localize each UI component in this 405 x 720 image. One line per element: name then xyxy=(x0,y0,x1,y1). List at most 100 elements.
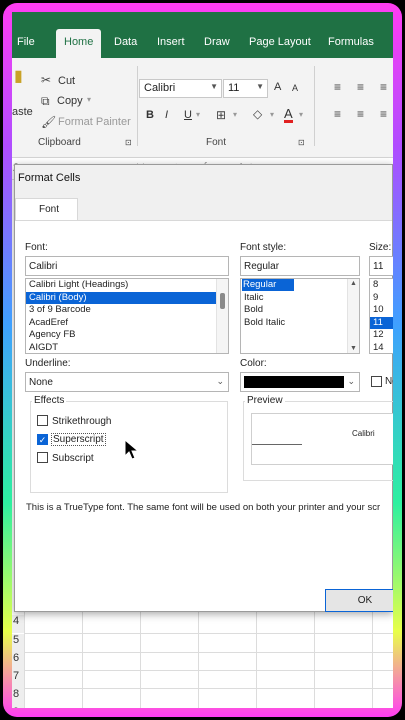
preview-box: Calibri xyxy=(251,413,393,465)
scissors-icon[interactable]: ✂ xyxy=(41,73,51,87)
row-header[interactable]: 7 xyxy=(12,670,24,688)
tab-draw[interactable]: Draw xyxy=(204,36,230,48)
scroll-down-icon[interactable]: ▼ xyxy=(350,345,357,352)
font-style-scrollbar[interactable]: ▲ ▼ xyxy=(347,279,359,353)
row-header[interactable]: 8 xyxy=(12,688,24,706)
normal-font-checkbox[interactable] xyxy=(371,376,382,387)
font-list-scrollbar[interactable] xyxy=(216,279,228,353)
copy-icon[interactable]: ⧉ xyxy=(41,94,50,109)
row-header[interactable]: 5 xyxy=(12,634,24,652)
grid-column-line xyxy=(372,605,373,708)
tab-font[interactable]: Font xyxy=(15,198,78,220)
tab-data[interactable]: Data xyxy=(114,36,137,48)
borders-icon[interactable]: ⊞ xyxy=(216,108,226,122)
align-center-icon[interactable]: ≡ xyxy=(357,107,364,121)
list-item[interactable]: 10 xyxy=(370,304,393,317)
align-right-icon[interactable]: ≡ xyxy=(380,107,387,121)
grid-column-line xyxy=(198,605,199,708)
worksheet-grid[interactable]: 4 5 6 7 8 9 xyxy=(12,605,393,708)
list-item[interactable]: 9 xyxy=(370,292,393,305)
font-color-icon[interactable]: A xyxy=(284,107,293,123)
italic-button[interactable]: I xyxy=(165,109,168,121)
color-dropdown[interactable]: ⌄ xyxy=(240,372,360,392)
list-item-selected[interactable]: Regular xyxy=(241,279,359,292)
align-middle-icon[interactable]: ≡ xyxy=(357,80,364,94)
list-item-selected[interactable]: Calibri (Body) xyxy=(26,291,228,304)
group-divider xyxy=(314,66,315,146)
truetype-info: This is a TrueType font. The same font w… xyxy=(26,502,381,513)
list-item[interactable]: 3 of 9 Barcode xyxy=(26,304,228,317)
shrink-font-button[interactable]: A xyxy=(292,83,298,93)
font-name-input[interactable]: Calibri xyxy=(25,256,229,276)
superscript-label[interactable]: Superscript xyxy=(51,433,106,446)
row-header[interactable]: 6 xyxy=(12,652,24,670)
ok-button[interactable]: OK xyxy=(325,589,393,612)
borders-dropdown-icon[interactable]: ▾ xyxy=(233,110,237,119)
underline-dropdown-icon[interactable]: ▾ xyxy=(196,110,200,119)
underline-value: None xyxy=(29,377,53,388)
grow-font-button[interactable]: A xyxy=(274,81,281,93)
list-item[interactable]: Calibri Light (Headings) xyxy=(26,279,228,292)
list-item[interactable]: Bold xyxy=(241,304,359,317)
subscript-label[interactable]: Subscript xyxy=(52,453,94,464)
grid-column-line xyxy=(314,605,315,708)
style-regular: Regular xyxy=(242,279,295,291)
preview-text: Calibri xyxy=(352,429,375,438)
subscript-checkbox[interactable] xyxy=(37,452,48,463)
font-style-list[interactable]: Regular Italic Bold Bold Italic ▲ ▼ xyxy=(240,278,360,354)
row-header[interactable]: 4 xyxy=(12,615,24,633)
font-launcher-icon[interactable]: ⊡ xyxy=(298,138,305,147)
list-item[interactable]: 14 xyxy=(370,342,393,354)
underline-button[interactable]: U xyxy=(184,109,192,121)
fill-color-icon[interactable]: ◇ xyxy=(253,107,262,121)
superscript-checkbox[interactable]: ✓ xyxy=(37,434,48,445)
size-input[interactable]: 11 xyxy=(369,256,393,276)
font-size-dropdown[interactable]: 11 ▼ xyxy=(223,79,268,98)
list-item-selected[interactable]: 11 xyxy=(370,316,393,329)
list-item[interactable]: 12 xyxy=(370,329,393,342)
font-name-dropdown[interactable]: Calibri ▼ xyxy=(139,79,222,98)
strikethrough-checkbox[interactable] xyxy=(37,415,48,426)
scroll-up-icon[interactable]: ▲ xyxy=(350,280,357,287)
copy-dropdown-icon[interactable]: ▾ xyxy=(87,95,91,104)
list-item[interactable]: 8 xyxy=(370,279,393,292)
tab-file[interactable]: File xyxy=(17,36,35,48)
cut-button[interactable]: Cut xyxy=(58,75,75,87)
list-item[interactable]: AIGDT xyxy=(26,342,228,354)
size-list[interactable]: 8 9 10 11 12 14 xyxy=(369,278,393,354)
format-painter-icon[interactable]: 🖌 xyxy=(41,115,56,129)
font-list[interactable]: Calibri Light (Headings) Calibri (Body) … xyxy=(25,278,229,354)
format-painter-button[interactable]: Format Painter xyxy=(58,116,131,128)
tab-page-layout[interactable]: Page Layout xyxy=(249,36,311,48)
copy-button[interactable]: Copy xyxy=(57,95,83,107)
bold-button[interactable]: B xyxy=(146,109,154,121)
paste-label[interactable]: aste xyxy=(12,106,33,118)
underline-dropdown[interactable]: None ⌄ xyxy=(25,372,229,392)
tab-formulas[interactable]: Formulas xyxy=(328,36,374,48)
scroll-thumb[interactable] xyxy=(220,293,225,309)
fill-dropdown-icon[interactable]: ▾ xyxy=(270,110,274,119)
grid-column-line xyxy=(82,605,83,708)
paste-icon[interactable]: ▮ xyxy=(14,66,23,86)
align-left-icon[interactable]: ≡ xyxy=(334,107,341,121)
row-header[interactable]: 9 xyxy=(12,706,24,708)
font-style-input[interactable]: Regular xyxy=(240,256,360,276)
tab-insert[interactable]: Insert xyxy=(157,36,185,48)
font-group-label: Font xyxy=(206,137,227,148)
font-label: Font: xyxy=(25,242,48,253)
group-divider xyxy=(137,66,138,146)
list-item[interactable]: Italic xyxy=(241,292,359,305)
list-item[interactable]: AcadEref xyxy=(26,317,228,330)
list-item[interactable]: Agency FB xyxy=(26,329,228,342)
dialog-body: Font: Calibri Calibri Light (Headings) C… xyxy=(15,220,393,612)
align-top-icon[interactable]: ≡ xyxy=(334,80,341,94)
list-item[interactable]: Bold Italic xyxy=(241,317,359,330)
chevron-down-icon: ▼ xyxy=(210,82,218,91)
grid-column-line xyxy=(256,605,257,708)
strikethrough-label[interactable]: Strikethrough xyxy=(52,416,111,427)
align-bottom-icon[interactable]: ≡ xyxy=(380,80,387,94)
tab-home[interactable]: Home xyxy=(56,29,102,58)
clipboard-launcher-icon[interactable]: ⊡ xyxy=(125,138,132,147)
ribbon-home: ▮ aste ✂ Cut ⧉ Copy ▾ 🖌 Format Painter C… xyxy=(12,58,393,158)
font-color-dropdown-icon[interactable]: ▾ xyxy=(299,110,303,119)
